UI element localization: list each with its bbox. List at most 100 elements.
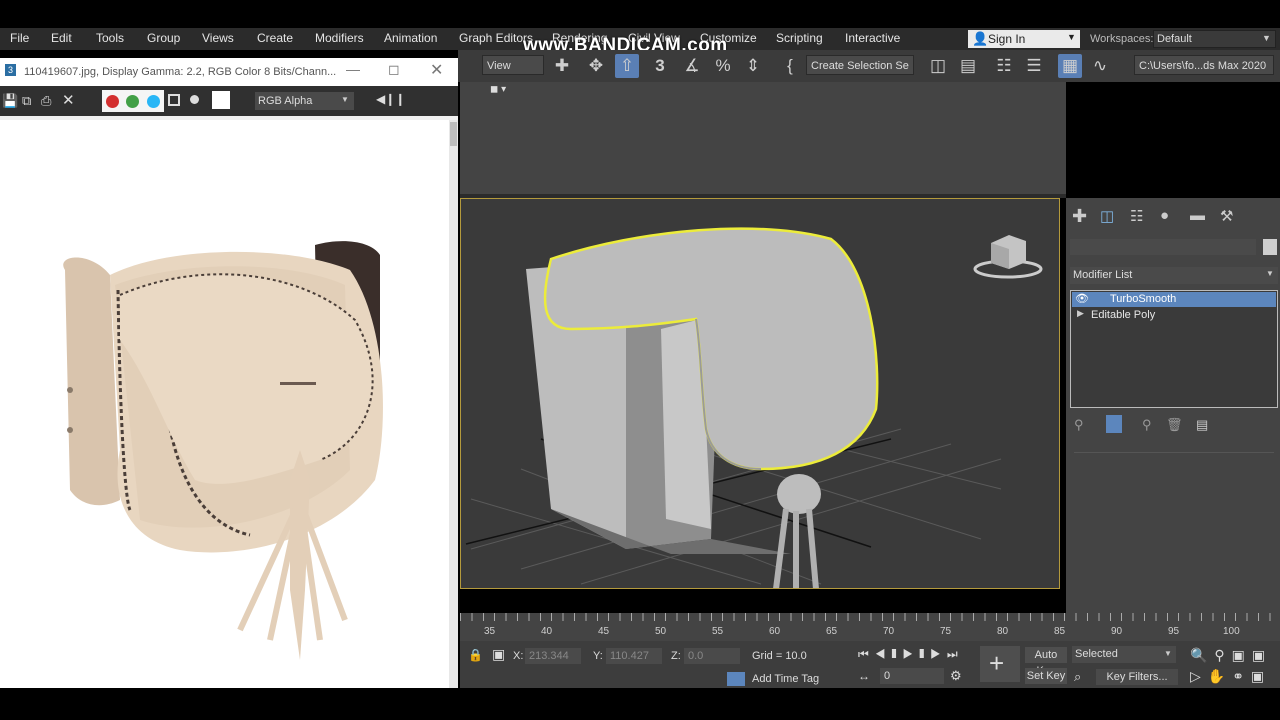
menu-scripting[interactable]: Scripting bbox=[776, 31, 823, 45]
expand-triangle-icon[interactable]: ▶ bbox=[1077, 308, 1084, 319]
copy-icon[interactable]: ⧉ bbox=[22, 93, 31, 109]
spinner-snap-icon[interactable]: ⇕ bbox=[741, 54, 765, 78]
remove-modifier-icon[interactable]: 🗑 bbox=[1166, 417, 1183, 433]
modifier-list-dropdown[interactable]: Modifier List ▼ bbox=[1070, 267, 1278, 284]
main-toolbar: View ✚ ✥ ⇧ 3 ∡ % ⇕ { Create Selection Se… bbox=[458, 50, 1280, 82]
blue-channel-toggle[interactable] bbox=[147, 95, 160, 108]
timeline-track[interactable]: 35 40 45 50 55 60 65 70 75 80 85 90 95 1… bbox=[460, 613, 1280, 641]
create-tab-icon[interactable]: ✚ bbox=[1072, 206, 1087, 227]
minimize-icon[interactable]: — bbox=[346, 61, 360, 77]
x-coordinate-field[interactable]: 213.344 bbox=[525, 648, 581, 664]
scene-explorer-icon[interactable]: ☷ bbox=[992, 54, 1016, 78]
project-path-dropdown[interactable]: C:\Users\fo...ds Max 2020 bbox=[1134, 55, 1274, 75]
modify-tab-icon[interactable]: ◫ bbox=[1100, 207, 1114, 225]
top-viewport[interactable]: ◼ ▾ bbox=[460, 82, 1066, 194]
chevron-down-icon: ▼ bbox=[1266, 269, 1274, 278]
align-icon[interactable]: ▤ bbox=[956, 54, 980, 78]
sign-in-dropdown[interactable]: 👤 Sign In ▼ bbox=[968, 30, 1080, 48]
print-icon[interactable]: ⎙ bbox=[41, 93, 51, 109]
ribbon-toggle-icon[interactable]: ▦ bbox=[1058, 54, 1082, 78]
make-unique-icon[interactable]: ⚲ bbox=[1142, 417, 1152, 433]
red-channel-toggle[interactable] bbox=[106, 95, 119, 108]
tick-label: 60 bbox=[769, 626, 781, 637]
workspace-value: Default bbox=[1157, 33, 1192, 45]
eye-icon[interactable]: 👁 bbox=[1075, 292, 1089, 305]
hierarchy-tab-icon[interactable]: ☷ bbox=[1130, 207, 1143, 225]
menu-interactive[interactable]: Interactive bbox=[845, 31, 900, 45]
key-mode-toggle-icon[interactable]: ↔ bbox=[858, 669, 870, 683]
set-key-big-button[interactable]: + bbox=[980, 646, 1020, 682]
create-selection-set-dropdown[interactable]: Create Selection Se bbox=[806, 55, 914, 75]
viewport-menu-icon[interactable]: ◼ ▾ bbox=[490, 84, 506, 95]
max-logo-icon: 3 bbox=[5, 64, 16, 76]
stack-item-turbosmooth[interactable]: 👁 TurboSmooth bbox=[1072, 292, 1276, 307]
display-tab-icon[interactable]: ▬ bbox=[1190, 207, 1205, 224]
menu-modifiers[interactable]: Modifiers bbox=[315, 31, 364, 45]
tick-label: 75 bbox=[940, 626, 952, 637]
menu-tools[interactable]: Tools bbox=[96, 31, 124, 45]
show-end-result-icon[interactable] bbox=[1106, 415, 1122, 433]
configure-modifier-sets-icon[interactable]: ▤ bbox=[1196, 417, 1208, 433]
menu-file[interactable]: File bbox=[10, 31, 29, 45]
image-scrollbar[interactable] bbox=[449, 120, 458, 688]
workspace-dropdown[interactable]: Default ▼ bbox=[1153, 30, 1276, 48]
alpha-channel-icon[interactable] bbox=[168, 94, 180, 106]
key-filters-button[interactable]: Key Filters... bbox=[1096, 669, 1178, 685]
navigation-controls-top[interactable]: 🔍⚲▣▣ bbox=[1190, 647, 1272, 664]
move-icon[interactable]: ✥ bbox=[584, 54, 608, 78]
tick-label: 85 bbox=[1054, 626, 1066, 637]
auto-key-button[interactable]: Auto Key bbox=[1025, 647, 1067, 677]
playback-controls[interactable]: ⏮◀❚▶❚▶⏭ bbox=[858, 647, 964, 662]
menu-views[interactable]: Views bbox=[202, 31, 234, 45]
pivot-icon[interactable]: ✚ bbox=[550, 54, 574, 78]
motion-tab-icon[interactable]: ● bbox=[1160, 207, 1169, 224]
menu-edit[interactable]: Edit bbox=[51, 31, 72, 45]
image-viewer-titlebar: 3 110419607.jpg, Display Gamma: 2.2, RGB… bbox=[0, 58, 458, 86]
clear-icon[interactable]: ✕ bbox=[62, 91, 75, 109]
menu-graph-editors[interactable]: Graph Editors bbox=[459, 31, 533, 45]
y-coordinate-field[interactable]: 110.427 bbox=[606, 648, 662, 664]
curve-editor-icon[interactable]: ∿ bbox=[1088, 54, 1112, 78]
selection-set-dropdown[interactable]: Selected ▼ bbox=[1072, 646, 1176, 663]
percent-snap-icon[interactable]: % bbox=[711, 54, 735, 78]
navigation-controls-bottom[interactable]: ▷✋⚭▣ bbox=[1190, 668, 1271, 685]
current-frame-field[interactable]: 0 bbox=[880, 668, 944, 684]
scrollbar-thumb[interactable] bbox=[450, 122, 457, 146]
green-channel-toggle[interactable] bbox=[126, 95, 139, 108]
tick-label: 35 bbox=[484, 626, 496, 637]
menu-group[interactable]: Group bbox=[147, 31, 180, 45]
save-icon[interactable]: 💾 bbox=[2, 93, 18, 109]
add-time-tag[interactable]: Add Time Tag bbox=[752, 673, 819, 685]
time-tag-icon[interactable] bbox=[727, 672, 745, 686]
mirror-icon[interactable]: ◫ bbox=[926, 54, 950, 78]
time-config-icon[interactable]: ⚙ bbox=[950, 668, 962, 684]
utilities-tab-icon[interactable]: ⚒ bbox=[1220, 207, 1233, 225]
select-place-icon[interactable]: ⇧ bbox=[615, 54, 639, 78]
set-key-button[interactable]: Set Key bbox=[1025, 668, 1067, 684]
channel-dropdown[interactable]: RGB Alpha ▼ bbox=[255, 92, 354, 110]
stack-item-editable-poly[interactable]: ▶ Editable Poly bbox=[1072, 308, 1276, 323]
absolute-mode-icon[interactable]: ▣ bbox=[492, 646, 505, 663]
object-color-swatch[interactable] bbox=[1263, 239, 1277, 255]
reference-coordinate-dropdown[interactable]: View bbox=[482, 55, 544, 75]
pin-stack-icon[interactable]: ⚲ bbox=[1074, 417, 1084, 433]
named-selection-icon[interactable]: { bbox=[778, 54, 802, 78]
timeline-ticks bbox=[460, 613, 1280, 621]
layer-explorer-icon[interactable]: ☰ bbox=[1022, 54, 1046, 78]
angle-snap-icon[interactable]: ∡ bbox=[680, 54, 704, 78]
z-coordinate-field[interactable]: 0.0 bbox=[684, 648, 740, 664]
x-label: X: bbox=[513, 650, 524, 662]
view-dropdown-value: View bbox=[487, 60, 511, 72]
snap-3d-icon[interactable]: 3 bbox=[648, 54, 672, 78]
monochrome-icon[interactable] bbox=[190, 95, 199, 104]
default-in-out-icon[interactable]: ⌕ bbox=[1074, 669, 1081, 685]
lock-icon[interactable]: 🔒 bbox=[468, 648, 483, 662]
maximize-icon[interactable]: ◻ bbox=[388, 61, 400, 78]
background-color-swatch[interactable] bbox=[212, 91, 230, 109]
perspective-viewport[interactable] bbox=[460, 198, 1060, 589]
menu-create[interactable]: Create bbox=[257, 31, 293, 45]
menu-animation[interactable]: Animation bbox=[384, 31, 437, 45]
split-view-icon[interactable]: ◀❙❙ bbox=[376, 92, 405, 106]
object-name-field[interactable] bbox=[1070, 239, 1256, 255]
close-icon[interactable]: ✕ bbox=[430, 60, 443, 80]
